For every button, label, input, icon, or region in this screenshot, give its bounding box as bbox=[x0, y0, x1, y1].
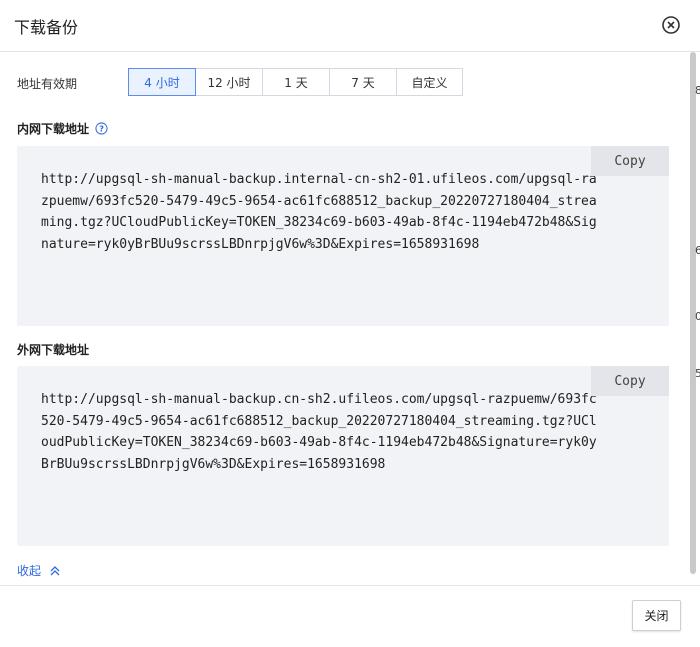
background-edge-text: 5 bbox=[695, 367, 700, 380]
dialog-title: 下载备份 bbox=[14, 18, 79, 37]
external-copy-button[interactable]: Copy bbox=[591, 366, 669, 396]
internal-url-heading: 内网下载地址 ? bbox=[17, 120, 108, 137]
validity-option-7d[interactable]: 7 天 bbox=[329, 68, 397, 96]
dialog-footer bbox=[0, 585, 700, 647]
validity-segmented-control: 4 小时 12 小时 1 天 7 天 自定义 bbox=[128, 68, 463, 96]
validity-option-12h[interactable]: 12 小时 bbox=[195, 68, 263, 96]
internal-url-box: http://upgsql-sh-manual-backup.internal-… bbox=[17, 146, 669, 326]
dialog-header: 下载备份 bbox=[0, 0, 700, 52]
external-url-heading: 外网下载地址 bbox=[17, 341, 89, 358]
validity-option-1d[interactable]: 1 天 bbox=[262, 68, 330, 96]
validity-option-custom[interactable]: 自定义 bbox=[396, 68, 463, 96]
background-edge-text: 0 bbox=[695, 310, 700, 323]
collapse-toggle[interactable]: 收起 bbox=[17, 562, 61, 579]
question-circle-icon[interactable]: ? bbox=[95, 122, 108, 135]
internal-url-text[interactable]: http://upgsql-sh-manual-backup.internal-… bbox=[41, 169, 601, 256]
external-url-box: http://upgsql-sh-manual-backup.cn-sh2.uf… bbox=[17, 366, 669, 546]
collapse-label: 收起 bbox=[17, 564, 42, 578]
validity-option-4h[interactable]: 4 小时 bbox=[128, 68, 196, 96]
external-url-text[interactable]: http://upgsql-sh-manual-backup.cn-sh2.uf… bbox=[41, 389, 601, 476]
background-edge-text: 6 bbox=[695, 244, 700, 257]
validity-label: 地址有效期 bbox=[17, 77, 78, 91]
close-circle-icon[interactable] bbox=[661, 15, 681, 35]
double-chevron-up-icon bbox=[50, 565, 60, 575]
close-button[interactable]: 关闭 bbox=[632, 600, 681, 631]
svg-text:?: ? bbox=[99, 123, 104, 133]
internal-url-label: 内网下载地址 bbox=[17, 122, 90, 136]
external-url-label: 外网下载地址 bbox=[17, 343, 90, 357]
background-edge-text: 8 bbox=[695, 84, 700, 97]
internal-copy-button[interactable]: Copy bbox=[591, 146, 669, 176]
